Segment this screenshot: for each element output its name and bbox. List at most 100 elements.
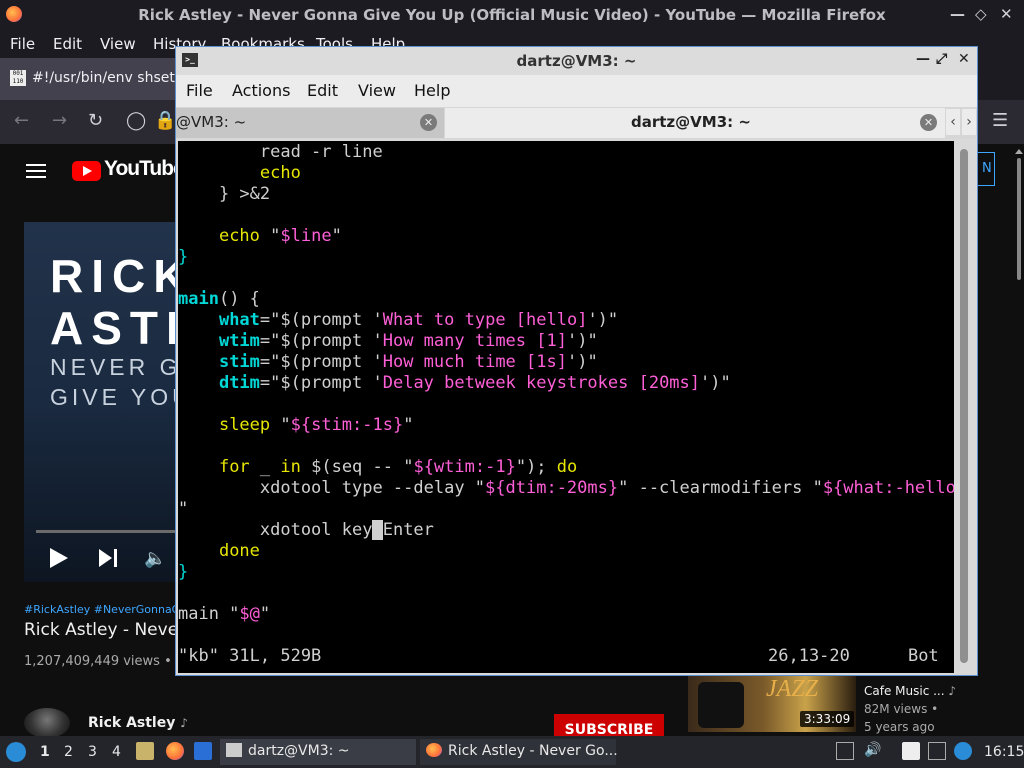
maximize-icon[interactable]: ◇ (975, 5, 987, 23)
taskbar-app-label: dartz@VM3: ~ (248, 743, 350, 759)
sign-in-button[interactable]: N (977, 152, 995, 186)
taskbar-app-terminal[interactable]: dartz@VM3: ~ (220, 739, 416, 765)
terminal-screen[interactable]: read -r line echo } >&2 echo "$line" } m… (178, 141, 954, 673)
youtube-logo-icon[interactable] (72, 161, 101, 181)
workspace-1[interactable]: 1 (40, 744, 50, 760)
tab-scroll-right-icon[interactable]: › (962, 109, 976, 135)
file-manager-icon[interactable] (136, 742, 154, 760)
display-icon[interactable] (928, 742, 946, 760)
minimize-icon[interactable]: — (916, 51, 930, 67)
youtube-logo-text[interactable]: YouTube (104, 157, 185, 181)
code-line: dtim="$(prompt 'Delay betweek keystrokes… (218, 373, 731, 393)
maximize-icon[interactable]: ⤢ (936, 51, 947, 67)
term-menu-actions[interactable]: Actions (232, 81, 290, 100)
workspace-4[interactable]: 4 (112, 744, 121, 760)
thumb-text-jazz: JAZZ (766, 676, 819, 702)
page-scrollbar[interactable] (1014, 148, 1024, 280)
tab-favicon-icon: 001 110 (10, 70, 26, 86)
clock: 16:15 (984, 744, 1024, 760)
term-menu-edit[interactable]: Edit (307, 81, 338, 100)
menu-edit[interactable]: Edit (53, 35, 82, 53)
coffee-cup-image (698, 682, 744, 728)
code-line: sleep "${stim:-1s}" (218, 415, 414, 435)
firefox-icon (426, 743, 442, 757)
code-line: echo "$line" (218, 226, 342, 246)
play-icon[interactable] (50, 548, 68, 568)
forward-icon[interactable]: → (52, 110, 67, 131)
code-line: echo (259, 163, 301, 183)
terminal-tab-label: @VM3: ~ (176, 113, 247, 131)
video-views: 1,207,409,449 views • Oct (24, 654, 178, 669)
terminal-tab-label: dartz@VM3: ~ (631, 113, 751, 131)
network-icon[interactable] (954, 742, 972, 760)
tab-close-icon[interactable]: ✕ (420, 114, 437, 131)
back-icon[interactable]: ← (14, 110, 29, 131)
window-title: Rick Astley - Never Gonna Give You Up (O… (138, 6, 886, 24)
channel-name[interactable]: Rick Astley ♪ (88, 715, 188, 731)
terminal-titlebar[interactable]: >_ dartz@VM3: ~ — ⤢ ✕ (176, 47, 977, 75)
terminal-scrollbar[interactable] (955, 141, 975, 673)
thumb-text-never: NEVER GONNA (50, 354, 178, 380)
volume-icon[interactable]: 🔈 (144, 548, 166, 569)
terminal-tab-2[interactable]: dartz@VM3: ~ ✕ (445, 108, 945, 138)
thumb-text-rick: RICK (50, 250, 178, 302)
subscribe-button[interactable]: SUBSCRIBE (554, 714, 664, 738)
menu-file[interactable]: File (10, 35, 35, 53)
taskbar-app-firefox[interactable]: Rick Astley - Never Go... (420, 739, 618, 765)
terminal-window[interactable]: >_ dartz@VM3: ~ — ⤢ ✕ File Actions Edit … (175, 46, 978, 676)
vim-status-scroll: Bot (908, 646, 939, 666)
window-icon[interactable] (194, 742, 212, 760)
thumb-text-astley: ASTLEY (50, 302, 178, 354)
browser-tab[interactable]: 001 110 #!/usr/bin/env shset - (0, 58, 184, 100)
start-menu-icon[interactable] (6, 742, 26, 762)
hamburger-menu-icon[interactable] (26, 160, 46, 182)
video-progress-bar[interactable] (36, 530, 178, 533)
code-line: done (218, 541, 260, 561)
code-line: read -r line (178, 142, 383, 162)
volume-icon[interactable]: 🔊 (864, 742, 882, 760)
lock-icon[interactable]: 🔒 (154, 110, 176, 131)
scrollbar-thumb[interactable] (960, 149, 968, 663)
close-icon[interactable]: ✕ (958, 51, 970, 67)
vim-status-position: 26,13-20 (768, 646, 850, 666)
code-line: xdotool key Enter (178, 520, 434, 540)
reload-icon[interactable]: ↻ (88, 110, 103, 131)
channel-name-text: Rick Astley (88, 715, 176, 731)
recommended-video-title[interactable]: Cafe Music ... ♪ (864, 684, 956, 698)
recommended-video-age: 5 years ago (864, 720, 935, 734)
video-player[interactable]: RICK ASTLEY NEVER GONNA GIVE YOU UP (24, 222, 178, 582)
code-line: } (178, 247, 189, 267)
close-icon[interactable]: ✕ (1000, 5, 1013, 23)
recommended-video-views: 82M views • (864, 702, 939, 716)
video-hashtags[interactable]: #RickAstley #NeverGonnaGiveYouUp (24, 603, 178, 616)
music-note-icon: ♪ (180, 716, 188, 730)
clipboard-icon[interactable] (836, 742, 854, 760)
workspace-2[interactable]: 2 (64, 744, 73, 760)
code-line: what="$(prompt 'What to type [hello]')" (218, 310, 619, 330)
terminal-tabbar: @VM3: ~ ✕ dartz@VM3: ~ ✕ (176, 107, 977, 139)
next-icon[interactable] (99, 549, 119, 567)
term-menu-file[interactable]: File (186, 81, 213, 100)
code-line: xdotool type --delay "${dtim:-20ms}" --c… (178, 478, 954, 498)
code-line: main "$@" (178, 604, 271, 624)
taskbar-app-label: Rick Astley - Never Go... (448, 743, 618, 759)
video-title: Rick Astley - Never Gonna Give You Up (24, 620, 178, 640)
tab-label: #!/usr/bin/env shset - (32, 70, 185, 86)
term-menu-view[interactable]: View (358, 81, 396, 100)
notes-icon[interactable] (902, 742, 920, 760)
term-menu-help[interactable]: Help (414, 81, 450, 100)
code-line: for _ in $(seq -- "${wtim:-1}"); do (218, 457, 578, 477)
shield-icon[interactable]: ◯ (126, 110, 146, 131)
minimize-icon[interactable]: — (950, 5, 965, 23)
code-line: } (178, 562, 189, 582)
firefox-icon[interactable] (166, 742, 184, 760)
terminal-tab-1[interactable]: @VM3: ~ ✕ (176, 108, 444, 138)
workspace-3[interactable]: 3 (88, 744, 97, 760)
tab-scroll-left-icon[interactable]: ‹ (946, 109, 960, 135)
channel-avatar[interactable] (24, 708, 70, 738)
menu-view[interactable]: View (100, 35, 136, 53)
music-note-icon: ♪ (948, 684, 957, 698)
terminal-menubar: File Actions Edit View Help (176, 75, 977, 107)
app-menu-icon[interactable]: ☰ (992, 110, 1008, 131)
tab-close-icon[interactable]: ✕ (920, 114, 937, 131)
